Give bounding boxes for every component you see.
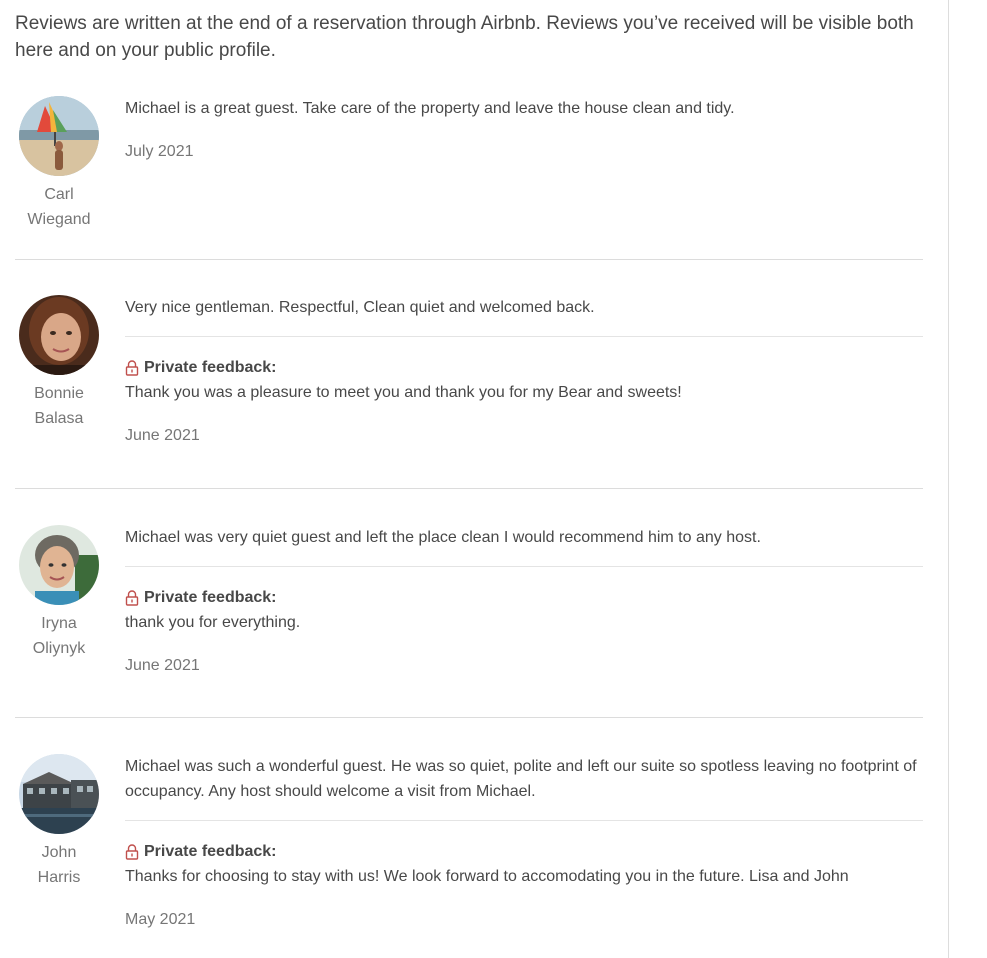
private-feedback-divider	[125, 336, 923, 337]
review-divider	[15, 259, 923, 260]
reviewer: Carl Wiegand	[15, 96, 103, 232]
reviews-intro: Reviews are written at the end of a rese…	[15, 13, 914, 61]
review-divider	[15, 717, 923, 718]
reviewer: John Harris	[15, 754, 103, 890]
private-feedback-text: Thanks for choosing to stay with us! We …	[125, 868, 849, 885]
review-text: Michael is a great guest. Take care of t…	[125, 100, 735, 117]
review-date: May 2021	[125, 911, 196, 928]
review-date: June 2021	[125, 657, 200, 674]
private-feedback-label: Private feedback:	[125, 839, 923, 864]
reviewer-name[interactable]: Bonnie Balasa	[15, 381, 103, 431]
reviewer-last-name[interactable]: Wiegand	[15, 207, 103, 232]
review-text: Michael was such a wonderful guest. He w…	[125, 758, 917, 800]
avatar-photo-building	[19, 754, 99, 834]
private-feedback-label: Private feedback:	[125, 585, 923, 610]
avatar[interactable]	[19, 295, 99, 375]
reviewer-last-name[interactable]: Oliynyk	[15, 636, 103, 661]
reviewer: Iryna Oliynyk	[15, 525, 103, 661]
reviewer-first-name[interactable]: John	[15, 840, 103, 865]
private-feedback-label-text: Private feedback:	[144, 843, 277, 860]
reviewer-first-name[interactable]: Iryna	[15, 611, 103, 636]
review-divider	[15, 488, 923, 489]
reviewer-name[interactable]: John Harris	[15, 840, 103, 890]
review-text: Very nice gentleman. Respectful, Clean q…	[125, 299, 595, 316]
reviewer-first-name[interactable]: Bonnie	[15, 381, 103, 406]
reviewer-last-name[interactable]: Balasa	[15, 406, 103, 431]
reviewer-name[interactable]: Carl Wiegand	[15, 182, 103, 232]
private-feedback-text: Thank you was a pleasure to meet you and…	[125, 384, 682, 401]
reviewer-first-name[interactable]: Carl	[15, 182, 103, 207]
page-right-border	[948, 0, 949, 958]
avatar[interactable]	[19, 525, 99, 605]
private-feedback-label-text: Private feedback:	[144, 359, 277, 376]
review-date: June 2021	[125, 427, 200, 444]
reviews-page: Reviews are written at the end of a rese…	[0, 0, 948, 958]
lock-icon	[125, 359, 139, 376]
private-feedback-label-text: Private feedback:	[144, 589, 277, 606]
review-content: Michael was such a wonderful guest. He w…	[125, 754, 923, 932]
review-content: Michael was very quiet guest and left th…	[125, 525, 923, 678]
lock-icon	[125, 589, 139, 606]
avatar-photo-woman	[19, 525, 99, 605]
private-feedback-divider	[125, 566, 923, 567]
avatar-photo-beach	[19, 96, 99, 176]
private-feedback-label: Private feedback:	[125, 355, 923, 380]
lock-icon	[125, 843, 139, 860]
private-feedback-divider	[125, 820, 923, 821]
review-date: July 2021	[125, 143, 194, 160]
avatar[interactable]	[19, 96, 99, 176]
avatar[interactable]	[19, 754, 99, 834]
review-content: Michael is a great guest. Take care of t…	[125, 96, 923, 164]
reviewer: Bonnie Balasa	[15, 295, 103, 431]
reviewer-last-name[interactable]: Harris	[15, 865, 103, 890]
review-text: Michael was very quiet guest and left th…	[125, 529, 761, 546]
reviewer-name[interactable]: Iryna Oliynyk	[15, 611, 103, 661]
avatar-photo-woman	[19, 295, 99, 375]
review-content: Very nice gentleman. Respectful, Clean q…	[125, 295, 923, 448]
private-feedback-text: thank you for everything.	[125, 614, 301, 631]
